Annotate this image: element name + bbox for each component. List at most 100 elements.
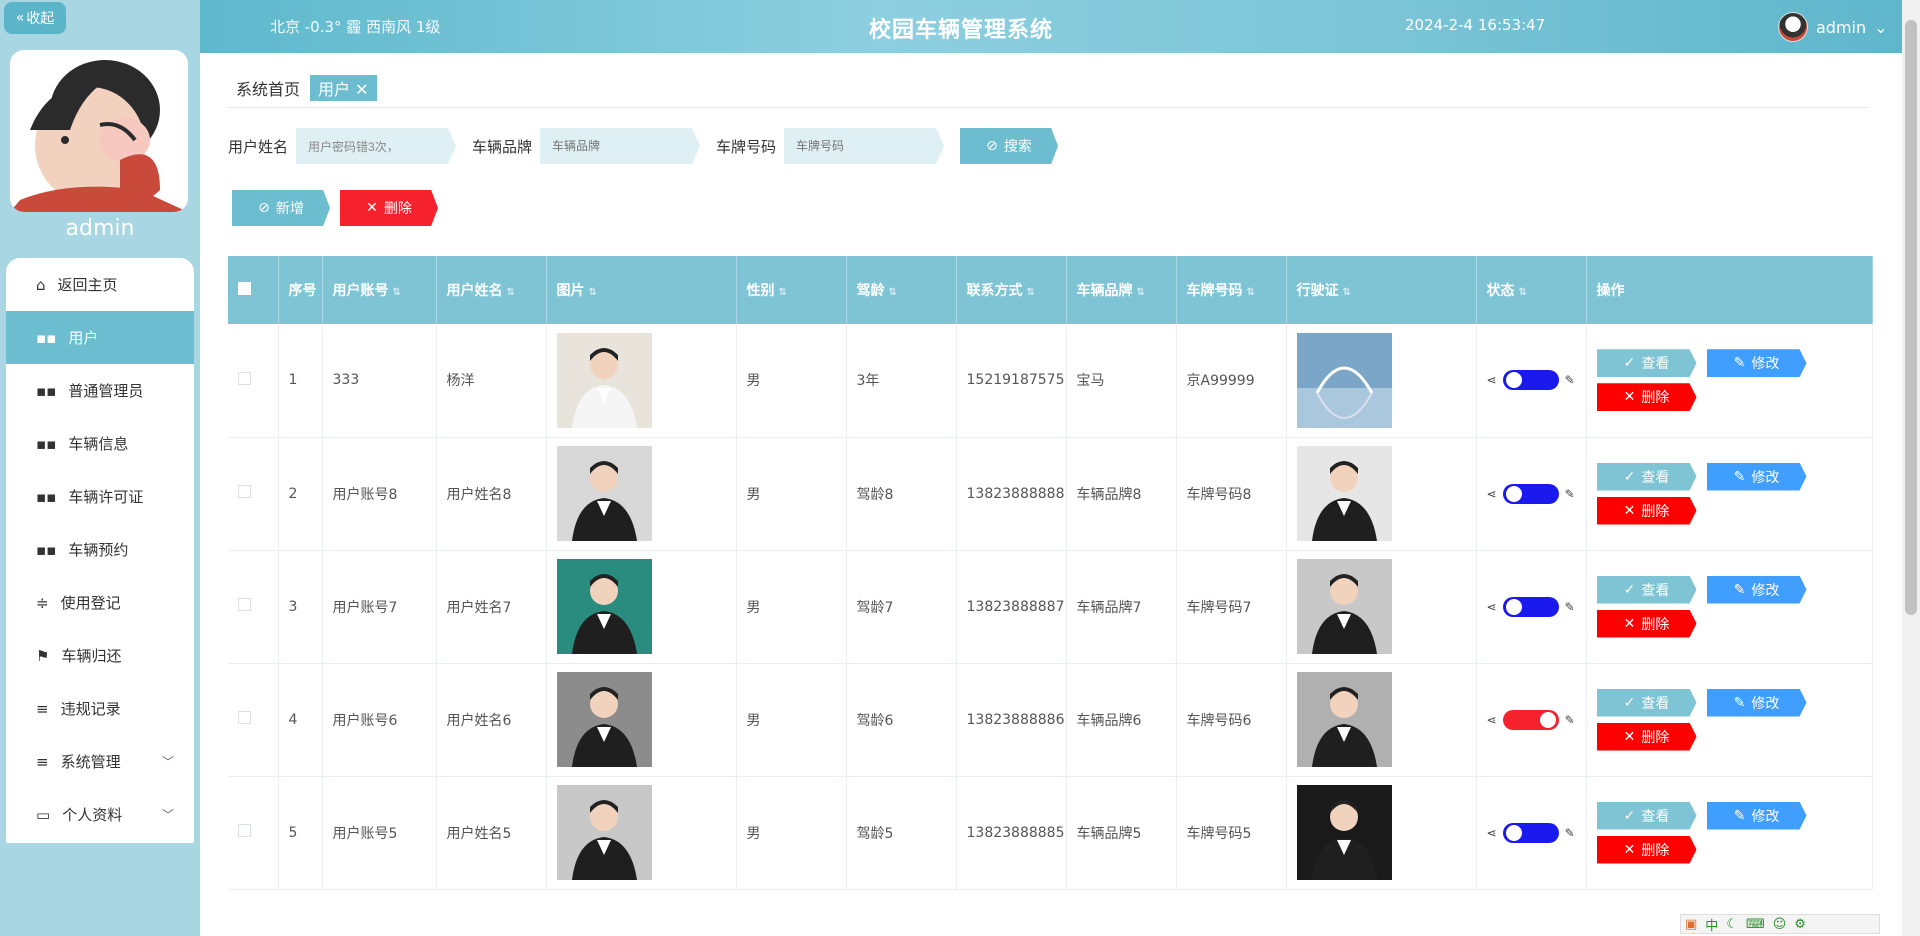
row-checkbox[interactable]: [228, 324, 279, 438]
col-header-status[interactable]: 状态 ⇅: [1476, 256, 1587, 324]
col-header-gender[interactable]: 性别 ⇅: [736, 256, 847, 324]
delete-label: 删除: [1641, 616, 1670, 633]
col-header-plate[interactable]: 车牌号码 ⇅: [1176, 256, 1287, 324]
sidebar-item-users[interactable]: ▪▪ 用户: [6, 311, 194, 364]
license-photo[interactable]: [1296, 446, 1392, 541]
avatar: [1778, 12, 1808, 42]
user-photo[interactable]: [556, 785, 652, 880]
cell-account: 用户账号6: [322, 663, 437, 777]
sidebar-item-admins[interactable]: ▪▪ 普通管理员: [6, 364, 194, 417]
cell-driving-age: 3年: [846, 324, 957, 438]
license-photo[interactable]: [1296, 672, 1392, 767]
sort-icon: ⇅: [1342, 287, 1351, 298]
status-toggle[interactable]: [1502, 709, 1559, 730]
user-photo[interactable]: [556, 672, 652, 767]
sidebar-item-reservations[interactable]: ▪▪ 车辆预约: [6, 523, 194, 576]
check-icon: ✓: [1623, 581, 1636, 598]
edit-button[interactable]: ✎ 修改: [1706, 349, 1807, 378]
sidebar-item-usage[interactable]: ≑ 使用登记: [6, 576, 194, 629]
status-toggle[interactable]: [1502, 370, 1559, 391]
delete-button[interactable]: ✕ 删除: [1596, 609, 1697, 638]
share-icon: ⋖: [1486, 599, 1497, 614]
view-button[interactable]: ✓ 查看: [1596, 801, 1697, 830]
col-header-photo[interactable]: 图片 ⇅: [546, 256, 737, 324]
sidebar-item-vehicles[interactable]: ▪▪ 车辆信息: [6, 417, 194, 470]
home-icon: ⌂: [36, 275, 46, 294]
col-header-phone[interactable]: 联系方式 ⇅: [956, 256, 1067, 324]
delete-label: 删除: [1641, 729, 1670, 746]
check-icon: ✓: [1623, 355, 1636, 372]
grid-icon: ▪▪: [36, 434, 57, 453]
sidebar-item-violations[interactable]: ≡ 违规记录: [6, 682, 194, 735]
cell-driving-age: 驾龄6: [846, 663, 957, 777]
edit-button[interactable]: ✎ 修改: [1706, 688, 1807, 717]
col-header-driving-age[interactable]: 驾龄 ⇅: [846, 256, 957, 324]
edit-button[interactable]: ✎ 修改: [1706, 462, 1807, 491]
user-photo[interactable]: [556, 446, 652, 541]
status-toggle[interactable]: [1502, 596, 1559, 617]
cell-license: [1286, 663, 1477, 777]
add-button[interactable]: ⊘ 新增: [232, 190, 330, 226]
cell-brand: 车辆品牌8: [1066, 437, 1177, 551]
sidebar-item-return[interactable]: ⚑ 车辆归还: [6, 629, 194, 682]
brand-input[interactable]: [540, 128, 701, 164]
user-photo[interactable]: [556, 559, 652, 654]
row-checkbox[interactable]: [228, 550, 279, 664]
tab-users[interactable]: 用户 ✕: [310, 75, 377, 101]
row-checkbox[interactable]: [228, 437, 279, 551]
scrollbar-thumb[interactable]: [1905, 20, 1917, 615]
col-header-license[interactable]: 行驶证 ⇅: [1286, 256, 1477, 324]
close-icon[interactable]: ✕: [355, 80, 368, 99]
user-photo[interactable]: [556, 332, 652, 428]
name-input[interactable]: [296, 128, 457, 164]
user-menu[interactable]: admin ⌄: [1778, 12, 1888, 42]
delete-button[interactable]: ✕ 删除: [1596, 835, 1697, 864]
col-header-account[interactable]: 用户账号 ⇅: [322, 256, 437, 324]
delete-button[interactable]: ✕ 删除: [1596, 496, 1697, 525]
ime-mode[interactable]: 中: [1705, 915, 1718, 934]
sidebar-item-profile[interactable]: ▭ 个人资料 ﹀: [6, 788, 194, 841]
sort-icon: ⇅: [778, 287, 787, 298]
status-toggle[interactable]: [1502, 822, 1559, 843]
col-header-name[interactable]: 用户姓名 ⇅: [436, 256, 547, 324]
row-checkbox[interactable]: [228, 776, 279, 890]
collapse-button[interactable]: « 收起: [4, 2, 66, 34]
close-icon: ✕: [1623, 502, 1636, 519]
sidebar-item-home[interactable]: ⌂ 返回主页: [6, 258, 194, 311]
sidebar-item-permits[interactable]: ▪▪ 车辆许可证: [6, 470, 194, 523]
edit-button[interactable]: ✎ 修改: [1706, 575, 1807, 604]
double-chevron-left-icon: «: [15, 10, 25, 26]
edit-button[interactable]: ✎ 修改: [1706, 801, 1807, 830]
cell-driving-age: 驾龄5: [846, 776, 957, 890]
view-button[interactable]: ✓ 查看: [1596, 462, 1697, 491]
license-photo[interactable]: [1296, 785, 1392, 880]
plate-input[interactable]: [784, 128, 945, 164]
col-header-actions: 操作: [1586, 256, 1873, 324]
cell-photo: [546, 550, 737, 664]
view-button[interactable]: ✓ 查看: [1596, 688, 1697, 717]
delete-button[interactable]: ✕ 删除: [1596, 383, 1697, 412]
grid-icon: ▪▪: [36, 540, 57, 559]
batch-delete-button[interactable]: ✕ 删除: [340, 190, 438, 226]
license-photo[interactable]: [1296, 559, 1392, 654]
cell-license: [1286, 437, 1477, 551]
license-photo[interactable]: [1296, 332, 1392, 428]
cell-gender: 男: [736, 550, 847, 664]
col-header-brand[interactable]: 车辆品牌 ⇅: [1066, 256, 1177, 324]
status-toggle[interactable]: [1502, 483, 1559, 504]
plate-label: 车牌号码: [716, 137, 777, 156]
breadcrumb-home[interactable]: 系统首页: [236, 76, 300, 100]
grid-icon: ▪▪: [36, 381, 57, 400]
sort-icon: ⇅: [1136, 287, 1145, 298]
select-all-checkbox[interactable]: [228, 256, 279, 324]
cell-phone: 13823888888: [956, 437, 1067, 551]
row-checkbox[interactable]: [228, 663, 279, 777]
vertical-scrollbar[interactable]: [1902, 0, 1920, 936]
view-button[interactable]: ✓ 查看: [1596, 575, 1697, 604]
divider: [228, 107, 1868, 108]
delete-button[interactable]: ✕ 删除: [1596, 722, 1697, 751]
ime-toolbar[interactable]: ▣ 中 ☾ ⌨ ☺ ⚙: [1680, 914, 1880, 934]
search-button[interactable]: ⊘ 搜索: [960, 128, 1059, 164]
view-button[interactable]: ✓ 查看: [1596, 349, 1697, 378]
sidebar-item-system[interactable]: ≡ 系统管理 ﹀: [6, 735, 194, 788]
